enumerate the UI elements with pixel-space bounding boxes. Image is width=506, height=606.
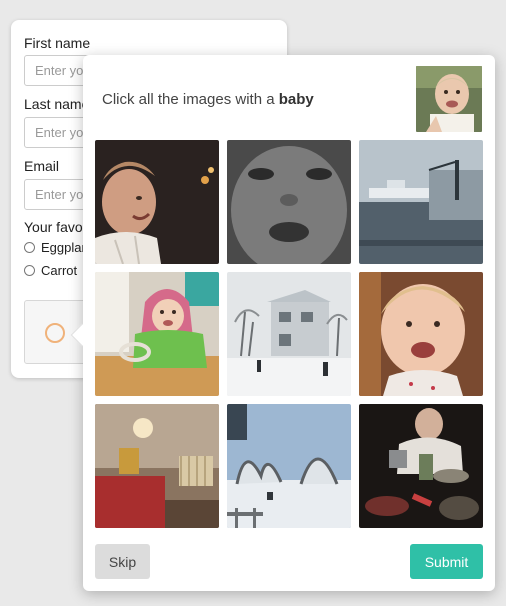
- captcha-spinner-icon: [45, 323, 65, 343]
- prompt-text: Click all the images with a: [102, 91, 275, 108]
- example-image: [416, 66, 482, 132]
- image-tile-baby-face-closeup-bw[interactable]: [227, 140, 351, 264]
- image-tile-laughing-baby[interactable]: [359, 272, 483, 396]
- image-tile-snowy-house[interactable]: [227, 272, 351, 396]
- image-tile-smiling-man-photo[interactable]: [95, 140, 219, 264]
- image-tile-snowy-garden[interactable]: [227, 404, 351, 528]
- email-label: Email: [24, 158, 60, 174]
- radio-button[interactable]: [24, 265, 35, 276]
- image-grid: [95, 140, 483, 528]
- skip-button[interactable]: Skip: [95, 544, 150, 579]
- image-tile-bedroom-interior[interactable]: [95, 404, 219, 528]
- submit-button[interactable]: Submit: [410, 544, 483, 579]
- first-name-label: First name: [24, 35, 91, 51]
- radio-button[interactable]: [24, 242, 35, 253]
- captcha-challenge-popup: Click all the images with a baby Skip Su…: [70, 55, 495, 591]
- image-tile-harbor-ships[interactable]: [359, 140, 483, 264]
- prompt-target-word: baby: [278, 91, 314, 108]
- radio-carrot-label: Carrot: [41, 263, 78, 278]
- image-tile-baby-green-hoodie[interactable]: [95, 272, 219, 396]
- image-tile-dinner-table[interactable]: [359, 404, 483, 528]
- challenge-prompt: Click all the images with a baby: [102, 91, 314, 108]
- radio-carrot[interactable]: Carrot: [24, 263, 77, 278]
- last-name-label: Last name: [24, 96, 90, 112]
